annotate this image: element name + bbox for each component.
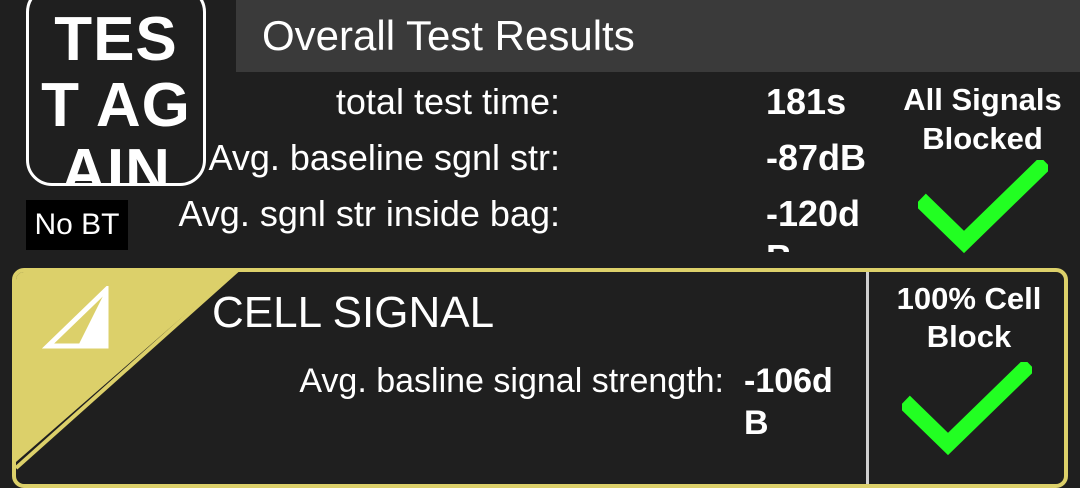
cell-signal-title: CELL SIGNAL [212, 288, 495, 337]
page-title: Overall Test Results [262, 12, 635, 59]
results-header: Overall Test Results [236, 0, 1080, 72]
overall-verdict: All Signals Blocked [903, 82, 1062, 156]
cell-stat-value: -106dB [744, 362, 833, 442]
check-icon [918, 160, 1048, 254]
stat-label: total test time: [335, 81, 560, 122]
stat-row-baseline: Avg. baseline sgnl str: -87dB [0, 136, 900, 196]
cell-verdict: 100% Cell Block [896, 281, 1042, 354]
cell-signal-icon [42, 286, 109, 349]
stat-row-inside-bag: Avg. sgnl str inside bag: -120dB [0, 192, 900, 252]
stat-value: 181s [766, 81, 847, 122]
cell-signal-card: CELL SIGNAL Avg. basline signal strength… [12, 268, 1068, 488]
cell-stat-label: Avg. basline signal strength: [299, 362, 724, 400]
stat-label: Avg. sgnl str inside bag: [178, 193, 560, 234]
stat-value: -87dB [766, 137, 867, 178]
stat-label: Avg. baseline sgnl str: [208, 137, 560, 178]
check-icon [902, 362, 1032, 456]
stat-row-test-time: total test time: 181s [0, 80, 900, 140]
stat-value: -120dB [766, 193, 861, 252]
